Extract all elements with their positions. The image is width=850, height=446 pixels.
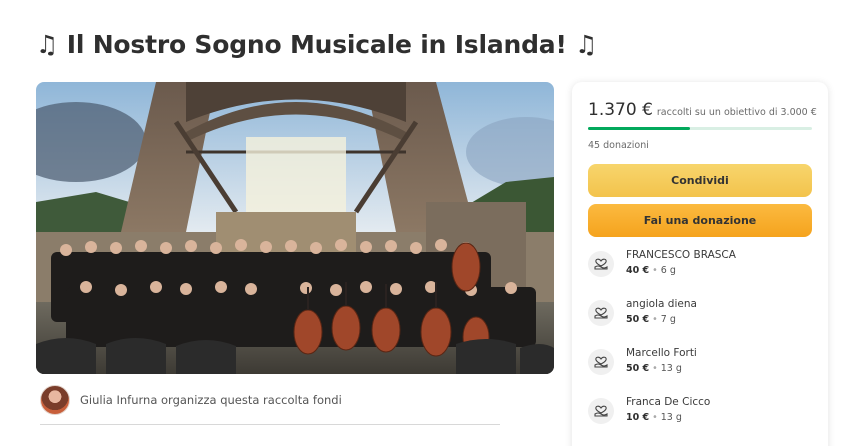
- goal-text: raccolti su un obiettivo di 3.000 €: [656, 107, 817, 118]
- donor-time: 13 g: [660, 412, 682, 423]
- separator-dot: •: [652, 314, 658, 325]
- page-title: ♫ Il Nostro Sogno Musicale in Islanda! ♫: [36, 30, 598, 59]
- donor-amount: 50 €: [626, 314, 650, 325]
- donor-item: FRANCESCO BRASCA 40 € • 6 g: [588, 248, 812, 288]
- donor-name: Marcello Forti: [626, 347, 697, 359]
- separator-dot: •: [652, 265, 658, 276]
- donation-count: 45 donazioni: [588, 140, 649, 151]
- section-divider: [40, 424, 500, 425]
- amount-raised: 1.370 € raccolti su un obiettivo di 3.00…: [588, 100, 817, 120]
- fundraiser-page: ♫ Il Nostro Sogno Musicale in Islanda! ♫: [0, 0, 850, 446]
- heart-hand-icon: [588, 251, 614, 277]
- donation-card: 1.370 € raccolti su un obiettivo di 3.00…: [572, 82, 828, 446]
- organizer-text: Giulia Infurna organizza questa raccolta…: [80, 393, 342, 407]
- orchestra-photo-illustration: [36, 82, 554, 374]
- progress-bar-fill: [588, 127, 691, 130]
- donor-item: Marcello Forti 50 € • 13 g: [588, 346, 812, 386]
- donor-amount: 10 €: [626, 412, 650, 423]
- donor-meta: 40 € • 6 g: [626, 265, 736, 276]
- donor-amount: 40 €: [626, 265, 650, 276]
- donor-item: angiola diena 50 € • 7 g: [588, 297, 812, 337]
- donor-amount: 50 €: [626, 363, 650, 374]
- donor-meta: 10 € • 13 g: [626, 412, 710, 423]
- donor-name: Franca De Cicco: [626, 396, 711, 408]
- heart-hand-icon: [588, 398, 614, 424]
- separator-dot: •: [652, 363, 658, 374]
- organizer-info: Giulia Infurna organizza questa raccolta…: [40, 385, 342, 415]
- donor-time: 13 g: [660, 363, 682, 374]
- donor-name: angiola diena: [626, 298, 697, 310]
- organizer-avatar[interactable]: [40, 385, 70, 415]
- heart-hand-icon: [588, 300, 614, 326]
- campaign-photo[interactable]: [36, 82, 554, 374]
- donor-name: FRANCESCO BRASCA: [626, 249, 736, 261]
- heart-hand-icon: [588, 349, 614, 375]
- donor-meta: 50 € • 13 g: [626, 363, 697, 374]
- donor-time: 7 g: [660, 314, 676, 325]
- donate-button[interactable]: Fai una donazione: [588, 204, 812, 237]
- donor-item: Franca De Cicco 10 € • 13 g: [588, 395, 812, 435]
- progress-bar: [588, 127, 812, 130]
- donor-meta: 50 € • 7 g: [626, 314, 697, 325]
- raised-amount: 1.370 €: [588, 100, 653, 120]
- separator-dot: •: [652, 412, 658, 423]
- share-button[interactable]: Condividi: [588, 164, 812, 197]
- donor-time: 6 g: [660, 265, 676, 276]
